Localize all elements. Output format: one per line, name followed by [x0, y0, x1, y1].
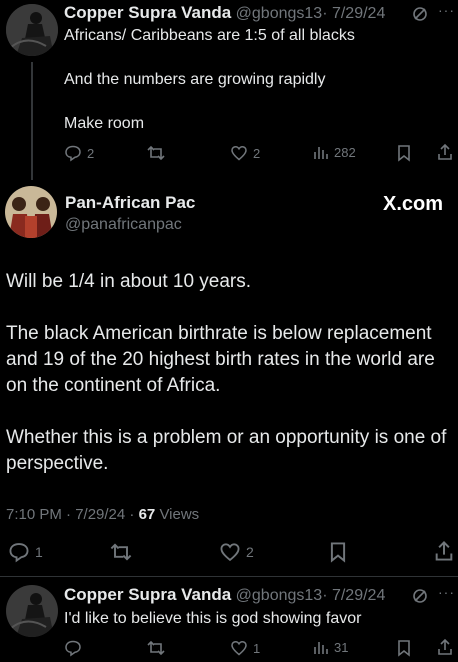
avatar-copper-supra-vanda[interactable]	[6, 4, 58, 56]
reply-icon	[65, 145, 81, 162]
share-button[interactable]	[433, 540, 455, 562]
repost-button[interactable]	[109, 541, 133, 563]
views-label: Views	[159, 506, 200, 523]
author-name[interactable]: Pan-African Pac	[65, 193, 195, 213]
reply-button[interactable]	[64, 639, 82, 657]
reply-button[interactable]: 2	[64, 144, 94, 162]
views-button[interactable]: 282	[313, 144, 356, 160]
avatar-copper-supra-vanda[interactable]	[6, 585, 58, 637]
share-icon	[438, 638, 452, 655]
grok-icon[interactable]	[412, 6, 428, 22]
author-name[interactable]: Copper Supra Vanda	[64, 3, 231, 22]
tweet-line: And the numbers are growing rapidly	[64, 71, 326, 88]
tweet3-header: Copper Supra Vanda @gbongs13· 7/29/24	[64, 584, 385, 606]
avatar-pan-african-pac[interactable]	[5, 186, 57, 238]
repost-button[interactable]	[146, 639, 166, 657]
views-count: 67	[138, 506, 156, 523]
tweet-paragraph: The black American birthrate is below re…	[6, 323, 435, 396]
reply-button[interactable]: 1	[8, 541, 43, 563]
reply-icon	[65, 640, 81, 657]
like-button[interactable]: 2	[219, 541, 254, 563]
tweet-paragraph: Will be 1/4 in about 10 years.	[6, 271, 252, 292]
grok-icon[interactable]	[412, 588, 428, 604]
author-name[interactable]: Copper Supra Vanda	[64, 585, 231, 604]
tweet1-text: Africans/ Caribbeans are 1:5 of all blac…	[64, 25, 444, 135]
tweet3-text: I'd like to believe this is god showing …	[64, 610, 362, 627]
share-button[interactable]	[436, 143, 454, 161]
bookmark-button[interactable]	[396, 144, 412, 162]
views-count: 282	[334, 144, 356, 160]
heart-icon	[231, 145, 247, 161]
like-count: 2	[246, 544, 254, 560]
watermark-text: X.com	[383, 193, 444, 215]
bookmark-icon	[330, 542, 346, 563]
bookmark-button[interactable]	[396, 639, 412, 657]
tweet-date[interactable]: · 7/29/24	[322, 587, 385, 604]
heart-icon	[220, 543, 240, 562]
more-options-icon[interactable]: ···	[438, 2, 455, 18]
avatar-image	[6, 4, 58, 56]
share-icon	[435, 541, 453, 561]
repost-icon	[147, 145, 165, 161]
like-count: 2	[253, 145, 261, 161]
like-count: 1	[253, 640, 261, 656]
avatar-image	[5, 186, 57, 238]
share-icon	[438, 143, 452, 160]
repost-icon	[110, 543, 132, 561]
thread-line	[31, 62, 33, 180]
main-tweet-text: Will be 1/4 in about 10 years. The black…	[6, 269, 456, 477]
analytics-icon	[314, 642, 328, 654]
share-button[interactable]	[436, 638, 454, 656]
author-handle[interactable]: @gbongs13	[236, 587, 323, 604]
author-handle[interactable]: @panafricanpac	[65, 216, 182, 234]
more-options-icon[interactable]: ···	[438, 584, 455, 600]
tweet-paragraph: Whether this is a problem or an opportun…	[6, 427, 447, 474]
tweet1-header: Copper Supra Vanda @gbongs13· 7/29/24	[64, 2, 385, 24]
tweet-timestamp[interactable]: 7:10 PM · 7/29/24 ·	[6, 506, 134, 523]
author-handle[interactable]: @gbongs13	[236, 5, 323, 22]
analytics-icon	[314, 147, 328, 159]
reply-count: 1	[35, 544, 43, 560]
reply-icon	[9, 543, 29, 563]
avatar-image	[6, 585, 58, 637]
divider	[0, 576, 458, 577]
heart-icon	[231, 640, 247, 656]
repost-button[interactable]	[146, 144, 166, 162]
repost-icon	[147, 640, 165, 656]
bookmark-icon	[398, 640, 410, 657]
tweet-date[interactable]: · 7/29/24	[322, 5, 385, 22]
like-button[interactable]: 1	[230, 639, 260, 657]
tweet-timestamp-row: 7:10 PM · 7/29/24 · 67 Views	[6, 506, 199, 523]
bookmark-icon	[398, 145, 410, 162]
like-button[interactable]: 2	[230, 144, 260, 162]
tweet-line: Make room	[64, 115, 145, 132]
views-count: 31	[334, 639, 349, 655]
tweet-line: Africans/ Caribbeans are 1:5 of all blac…	[64, 27, 355, 44]
reply-count: 2	[87, 145, 95, 161]
bookmark-button[interactable]	[328, 541, 348, 563]
views-button[interactable]: 31	[313, 639, 348, 655]
